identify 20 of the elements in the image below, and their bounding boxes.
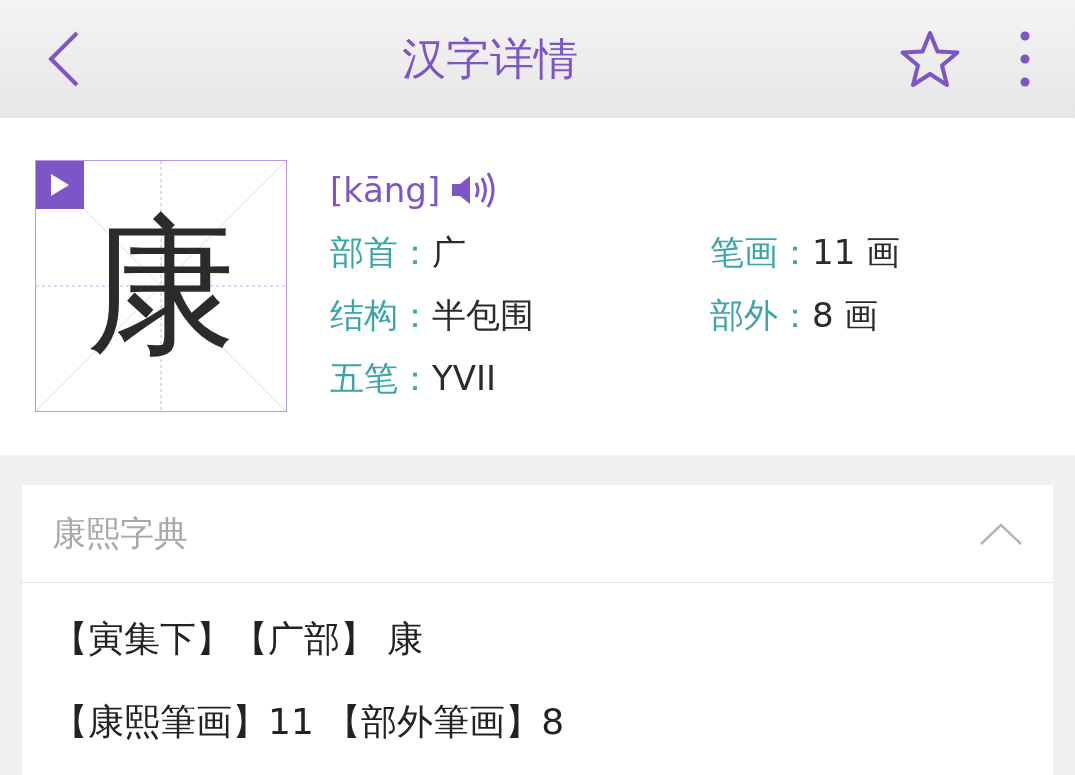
field-value: 半包围	[432, 294, 534, 337]
field-value: 11 画	[812, 231, 901, 274]
play-icon	[50, 173, 70, 197]
star-icon	[899, 30, 961, 88]
field-label: 笔画：	[710, 231, 812, 274]
character-glyph: 康	[86, 211, 236, 361]
field-label: 部外：	[710, 294, 812, 337]
dictionary-line: 【寅集下】【广部】 康	[52, 616, 425, 661]
pinyin-text: [kāng]	[330, 168, 441, 212]
field-value: 广	[432, 231, 466, 274]
window-title: 汉字详情	[402, 32, 578, 86]
field-value: 8 画	[812, 294, 879, 337]
kebab-menu-icon	[1020, 31, 1030, 87]
field-label: 部首：	[330, 231, 432, 274]
field-value: YVII	[432, 357, 497, 400]
dictionary-line: 【康熙筆画】11 【部外筆画】8	[52, 699, 566, 744]
play-button[interactable]	[36, 161, 84, 209]
field-label: 五笔：	[330, 357, 432, 400]
section-header[interactable]: 康熙字典	[22, 485, 1053, 583]
field-label: 结构：	[330, 294, 432, 337]
